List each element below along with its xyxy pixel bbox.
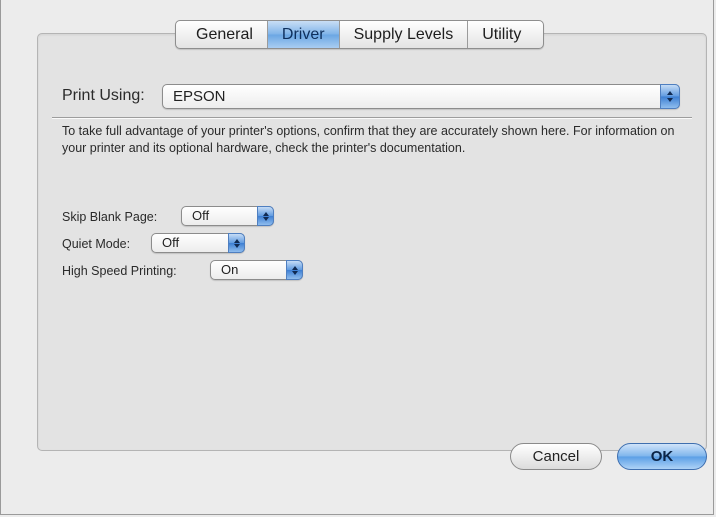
tab-supply-levels[interactable]: Supply Levels — [338, 21, 468, 48]
tab-general[interactable]: General — [176, 21, 267, 48]
high-speed-printing-popup[interactable]: On — [210, 260, 303, 280]
popup-arrows-icon — [660, 84, 680, 109]
tab-bar: General Driver Supply Levels Utility — [175, 20, 545, 49]
skip-blank-page-popup[interactable]: Off — [181, 206, 274, 226]
quiet-mode-popup[interactable]: Off — [151, 233, 245, 253]
quiet-mode-value: Off — [162, 235, 180, 250]
popup-arrows-icon — [286, 260, 303, 280]
print-using-value: EPSON — [173, 88, 226, 105]
popup-arrows-icon — [228, 233, 245, 253]
skip-blank-page-value: Off — [192, 208, 210, 223]
ok-button[interactable]: OK — [617, 443, 707, 470]
tab-utility[interactable]: Utility — [467, 21, 543, 48]
skip-blank-page-label: Skip Blank Page: — [62, 210, 158, 224]
quiet-mode-label: Quiet Mode: — [62, 237, 131, 251]
divider — [52, 117, 692, 119]
description-text: To take full advantage of your printer's… — [62, 124, 675, 155]
popup-arrows-icon — [257, 206, 274, 226]
high-speed-printing-value: On — [221, 262, 239, 277]
high-speed-printing-label: High Speed Printing: — [62, 264, 177, 278]
cancel-button[interactable]: Cancel — [510, 443, 602, 470]
print-using-label: Print Using: — [62, 87, 145, 104]
print-using-popup[interactable]: EPSON — [162, 84, 680, 109]
tab-driver[interactable]: Driver — [266, 21, 339, 48]
